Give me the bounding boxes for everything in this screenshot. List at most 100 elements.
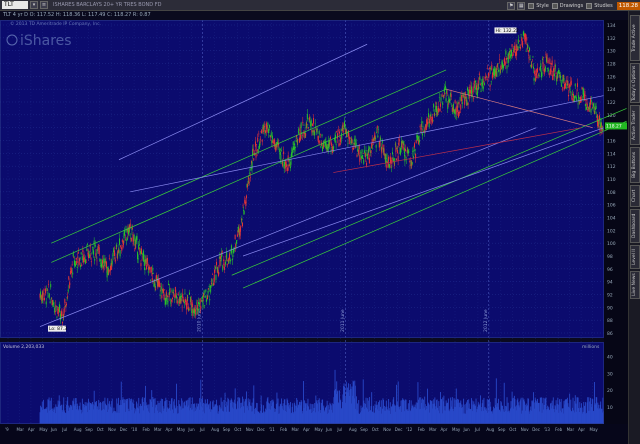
candle-body [456, 117, 458, 119]
candle-body [172, 297, 174, 300]
studies-button[interactable]: Studies [586, 2, 613, 9]
candle-body [303, 124, 305, 126]
candle-body [77, 256, 79, 258]
candle-body [77, 252, 79, 254]
quote-bar: TLT 4 yr D O: 117.52 H: 118.36 L: 117.49… [0, 11, 620, 19]
side-tab-big-buttons[interactable]: Big Buttons [630, 147, 640, 183]
price-tick-label: 106 [607, 203, 616, 209]
candle-body [553, 73, 555, 77]
candle-body [188, 292, 190, 295]
candle-body [300, 134, 302, 141]
candle-body [311, 123, 313, 126]
candle-body [197, 308, 199, 311]
candle-body [187, 297, 189, 298]
candle-body [458, 102, 460, 105]
candle-body [236, 240, 238, 242]
side-tab-chart[interactable]: Chart [630, 185, 640, 207]
x-tick-label: Aug [211, 427, 219, 432]
candle-body [362, 153, 364, 154]
candle-body [562, 86, 564, 91]
x-tick-label: Aug [349, 427, 357, 432]
candle-body [497, 63, 499, 64]
candle-body [555, 72, 557, 74]
candle-body [181, 295, 183, 297]
candle-body [271, 135, 273, 140]
candle-body [547, 59, 549, 63]
candle-body [99, 264, 101, 266]
candle-body [512, 53, 514, 56]
candle-body [133, 234, 135, 241]
candle-body [514, 49, 516, 51]
candle-body [207, 290, 209, 294]
candle-body [108, 258, 110, 259]
candle-body [67, 289, 69, 292]
candle-body [149, 267, 151, 273]
link-icon[interactable]: ≡ [40, 1, 48, 9]
candle-body [533, 66, 534, 69]
candle-body [439, 103, 441, 107]
candle-body [473, 80, 475, 84]
side-tab-active-trader[interactable]: Active Trader [630, 105, 640, 145]
candle-body [80, 252, 82, 255]
x-tick-label: Dec [257, 427, 265, 432]
candle-body [479, 84, 481, 85]
candle-body [212, 274, 214, 275]
year-marker-label: 2012 June [483, 309, 489, 332]
side-tab-dashboard[interactable]: Dashboard [630, 209, 640, 243]
candle-body [380, 138, 382, 141]
candle-body [164, 289, 166, 290]
candle-body [69, 283, 71, 285]
candle-body [527, 50, 529, 53]
price-chart[interactable]: 1341321301281261241221201181161141121101… [0, 0, 640, 444]
flag-icon[interactable]: ⚑ [507, 1, 516, 10]
candle-body [444, 92, 446, 95]
candle-body [518, 40, 520, 42]
candle-body [223, 259, 225, 261]
drawings-button[interactable]: Drawings [551, 2, 583, 9]
symbol-input[interactable]: TLT [2, 1, 28, 9]
candle-body [86, 248, 88, 251]
candle-body [119, 250, 121, 257]
dropdown-icon[interactable]: ▾ [30, 1, 38, 9]
candle-body [263, 126, 265, 128]
candle-body [517, 39, 519, 44]
candle-body [221, 251, 223, 254]
candle-body [75, 263, 77, 267]
side-tab-trade-active[interactable]: Trade Active [630, 15, 640, 61]
candle-body [441, 111, 443, 113]
candle-body [574, 95, 576, 99]
candle-body [94, 245, 96, 247]
candle-body [561, 79, 563, 82]
side-tab-level-ii[interactable]: Level II [630, 245, 640, 269]
candle-body [188, 309, 190, 311]
candle-body [457, 102, 459, 104]
candle-body [139, 251, 141, 254]
side-tab-live-news[interactable]: Live News [630, 271, 640, 299]
candle-body [47, 284, 49, 285]
candle-body [307, 127, 309, 128]
grid-icon[interactable]: ▦ [517, 1, 526, 10]
candle-body [508, 55, 510, 59]
price-tick-label: 124 [607, 87, 616, 93]
candle-body [225, 261, 227, 265]
candle-body [313, 118, 315, 124]
candle-body [140, 263, 142, 267]
candle-body [466, 100, 468, 106]
x-tick-label: Oct [372, 427, 379, 432]
candle-body [218, 272, 220, 275]
style-button[interactable]: Style [528, 2, 549, 9]
candle-body [59, 304, 61, 309]
side-tab-options[interactable]: Today's Options [630, 63, 640, 103]
candle-body [565, 80, 567, 83]
candle-body [442, 102, 444, 105]
price-tick-label: 108 [607, 190, 616, 196]
candle-body [110, 265, 111, 271]
candle-body [428, 113, 430, 118]
candle-body [570, 80, 572, 85]
candle-body [454, 100, 456, 104]
candle-body [549, 68, 551, 75]
candle-body [292, 141, 294, 146]
x-tick-label: Feb [418, 427, 426, 432]
x-tick-label: '11 [269, 427, 276, 432]
candle-body [422, 126, 424, 127]
